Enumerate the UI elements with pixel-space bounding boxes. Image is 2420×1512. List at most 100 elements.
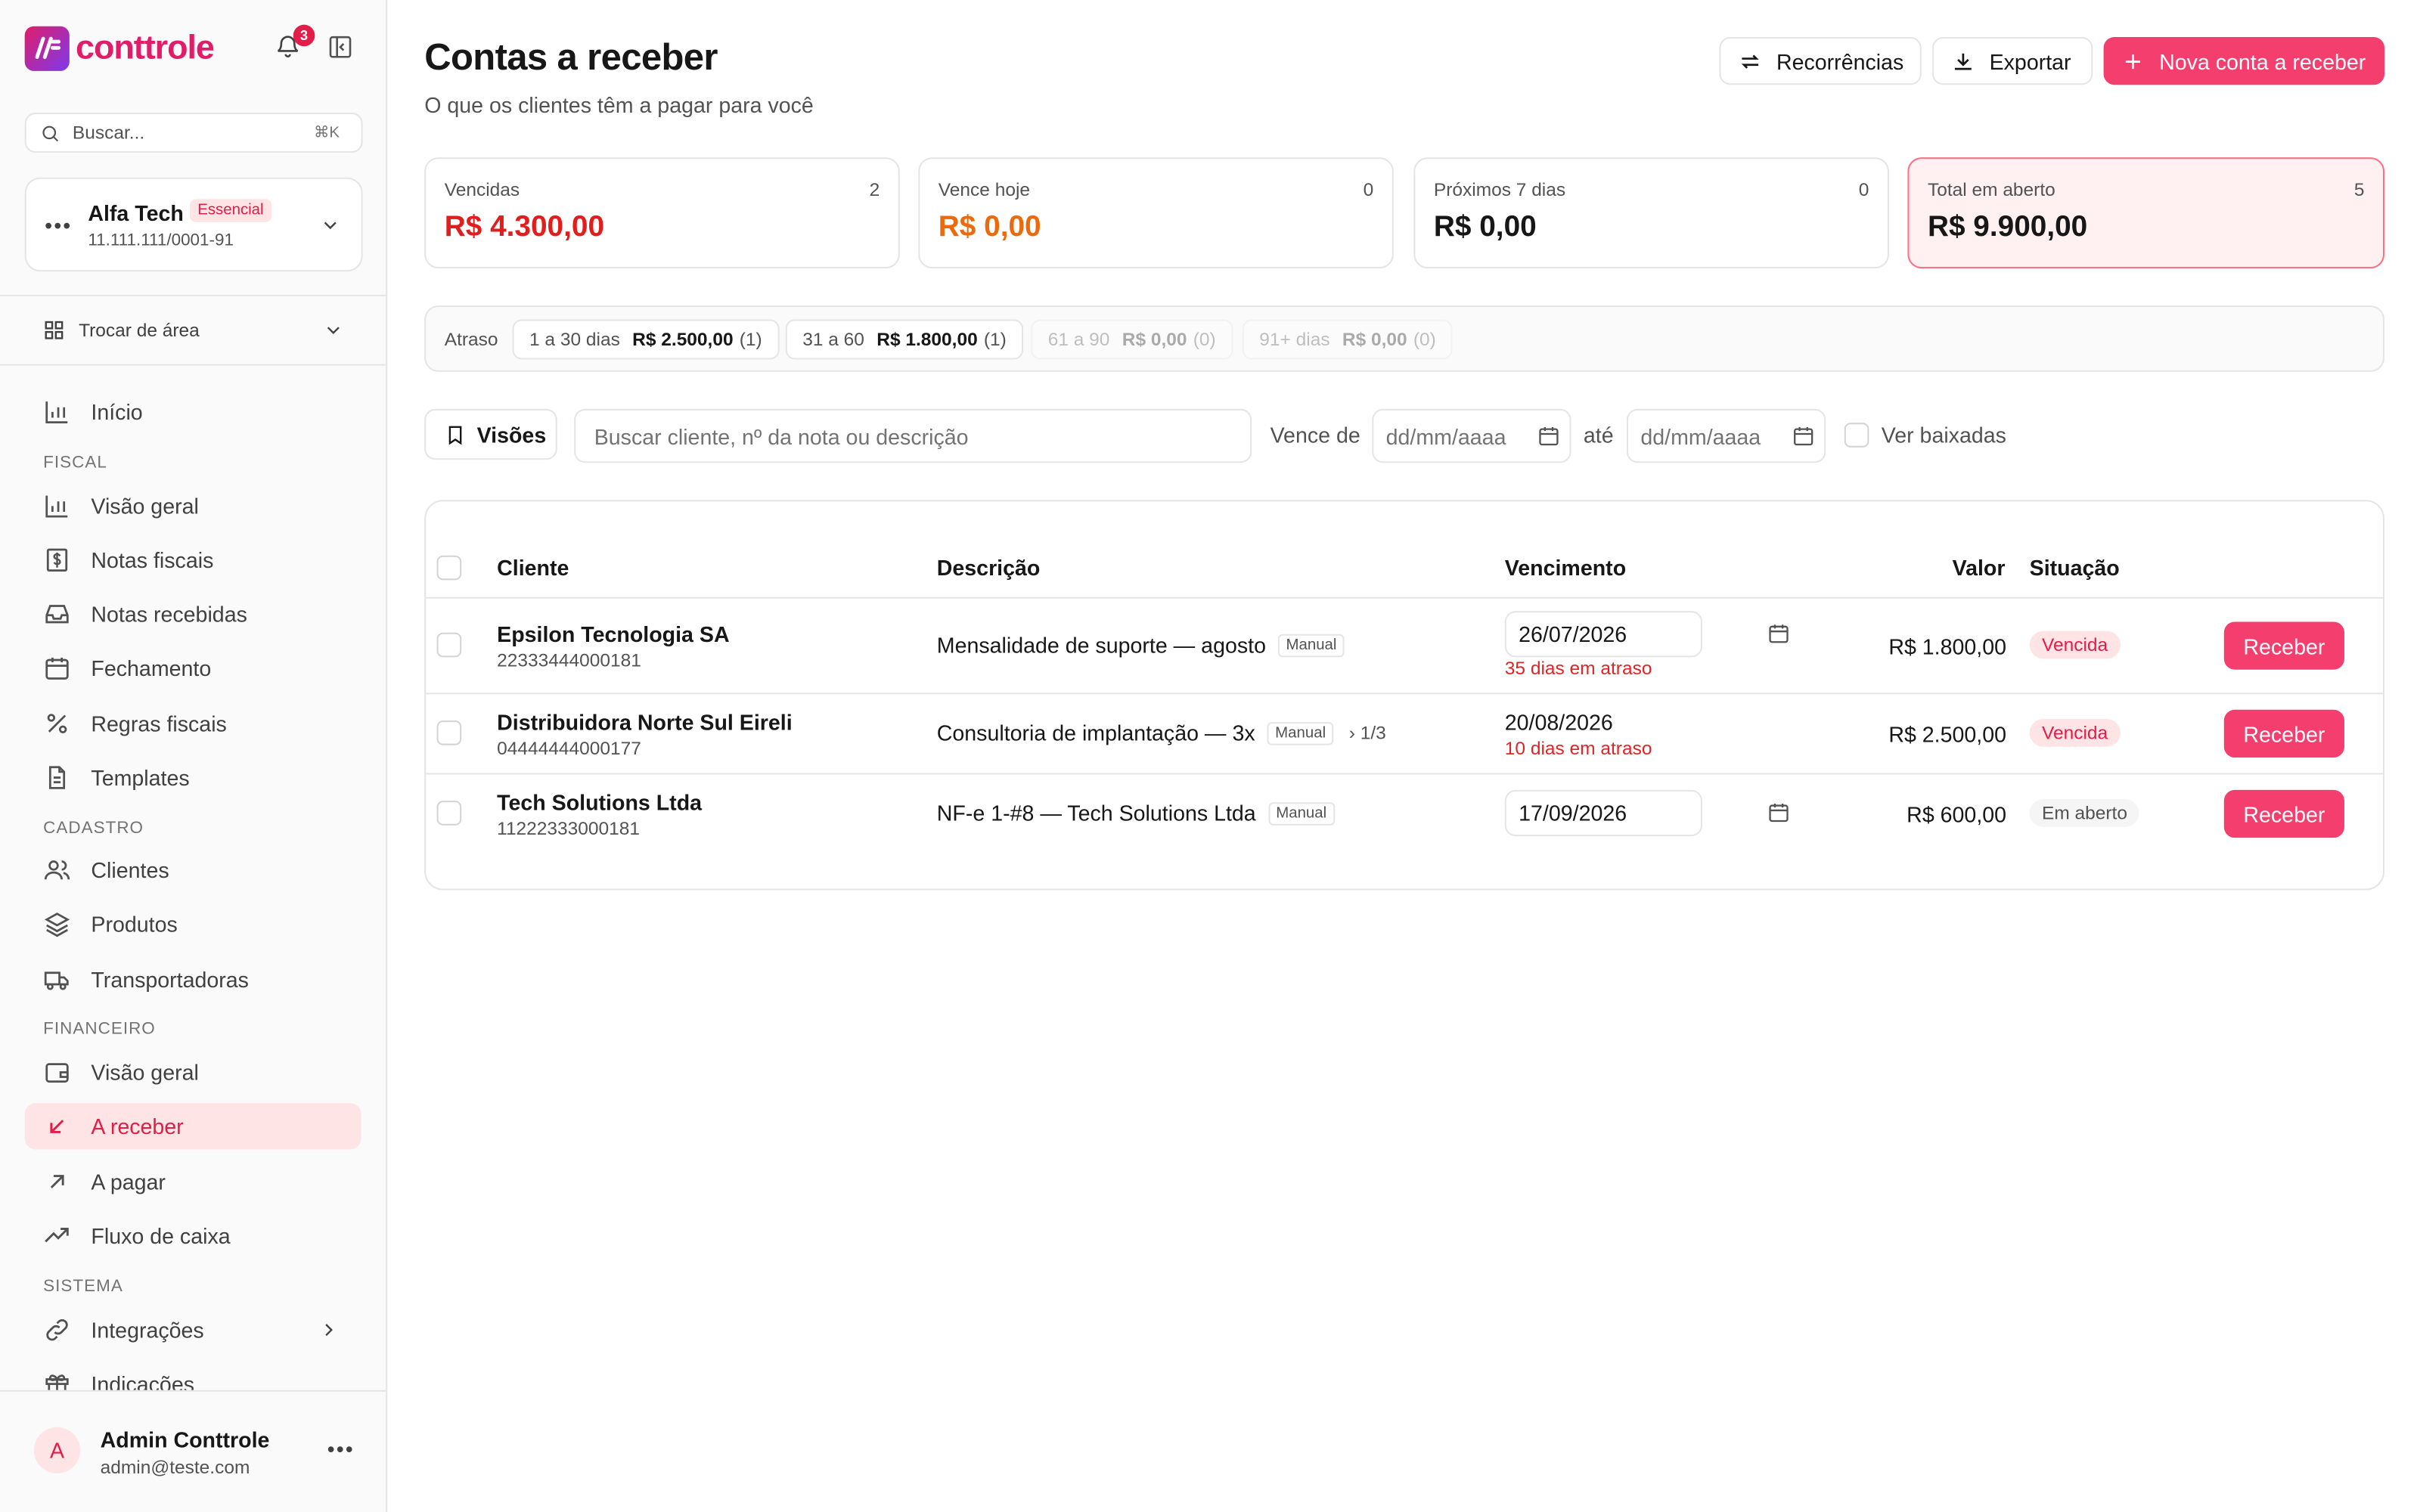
due-date-value: 17/09/2026 [1519, 801, 1627, 826]
aging-chip-91-plus[interactable]: 91+ dias R$ 0,00 (0) [1242, 319, 1454, 360]
sidebar-item-clientes[interactable]: Clientes [25, 847, 361, 893]
area-switcher[interactable]: Trocar de área [43, 316, 344, 344]
grid-icon [45, 321, 64, 339]
chip-count: (0) [1413, 328, 1436, 351]
summary-card-proximos-7-dias[interactable]: Próximos 7 dias 0 R$ 0,00 [1413, 157, 1889, 269]
calendar-icon[interactable] [1767, 801, 1791, 824]
installment-indicator[interactable]: › 1/3 [1349, 722, 1386, 744]
date-from-input[interactable]: dd/mm/aaaa [1372, 408, 1571, 463]
divider [0, 294, 386, 296]
client-name[interactable]: Distribuidora Norte Sul Eireli [497, 710, 793, 735]
aging-chip-31-60[interactable]: 31 a 60 R$ 1.800,00 (1) [785, 319, 1024, 360]
sidebar-item-label: A receber [91, 1114, 184, 1139]
chip-range: 91+ dias [1259, 328, 1330, 351]
calendar-icon[interactable] [1792, 424, 1815, 448]
client-doc: 04444444000177 [497, 737, 641, 760]
arrow-down-left-icon [50, 1120, 64, 1133]
ver-baixadas-checkbox[interactable] [1844, 423, 1869, 448]
summary-card-vencidas[interactable]: Vencidas 2 R$ 4.300,00 [424, 157, 900, 269]
card-count: 5 [2353, 178, 2365, 201]
sidebar-item-label: Indicações [91, 1371, 195, 1390]
card-label: Próximos 7 dias [1433, 178, 1566, 201]
description-cell: Mensalidade de suporte — agosto Manual [937, 633, 1345, 657]
recorrencias-button[interactable]: Recorrências [1719, 36, 1922, 85]
sidebar-item-notas-recebidas[interactable]: Notas recebidas [25, 591, 361, 637]
sidebar-item-label: Notas fiscais [91, 547, 214, 573]
search-input[interactable]: Buscar cliente, nº da nota ou descrição [574, 408, 1252, 463]
client-name[interactable]: Epsilon Tecnologia SA [497, 621, 729, 646]
due-date-value: 20/08/2026 [1504, 709, 1613, 735]
sidebar-search[interactable]: Buscar... ⌘K [24, 112, 363, 153]
row-checkbox[interactable] [436, 801, 462, 826]
sidebar-item-indicacoes[interactable]: Indicações [25, 1361, 361, 1390]
sidebar-item-label: Início [91, 399, 143, 425]
row-checkbox[interactable] [436, 720, 462, 745]
card-label: Total em aberto [1927, 178, 2055, 201]
aging-chip-1-30[interactable]: 1 a 30 dias R$ 2.500,00 (1) [512, 319, 780, 360]
sidebar-item-transportadoras[interactable]: Transportadoras [25, 956, 361, 1002]
sidebar-item-fiscal-visao-geral[interactable]: Visão geral [25, 483, 361, 529]
user-menu-icon[interactable]: ••• [327, 1436, 355, 1461]
button-label: Visões [476, 422, 547, 447]
sidebar-item-fin-visao-geral[interactable]: Visão geral [25, 1049, 361, 1095]
sidebar-item-label: Fluxo de caixa [91, 1223, 231, 1249]
percent-icon [47, 714, 67, 733]
date-to-input[interactable]: dd/mm/aaaa [1627, 408, 1826, 463]
notification-badge: 3 [293, 24, 315, 47]
chevron-down-icon [327, 327, 340, 334]
sidebar-item-label: Templates [91, 765, 190, 790]
sidebar-item-produtos[interactable]: Produtos [25, 901, 361, 947]
receber-button[interactable]: Receber [2223, 709, 2344, 758]
due-date-input[interactable]: 26/07/2026 [1504, 611, 1703, 658]
sidebar-item-fechamento[interactable]: Fechamento [25, 645, 361, 691]
sidebar-item-label: Integrações [91, 1317, 204, 1343]
receber-button[interactable]: Receber [2223, 621, 2344, 670]
sidebar-item-templates[interactable]: Templates [25, 754, 361, 801]
days-late: 10 dias em atraso [1504, 737, 1652, 760]
avatar[interactable]: A [33, 1427, 81, 1473]
user-name: Admin Conttrole [100, 1427, 270, 1452]
summary-card-vence-hoje[interactable]: Vence hoje 0 R$ 0,00 [918, 157, 1394, 269]
company-switcher[interactable]: ••• Alfa Tech Essencial 11.111.111/0001-… [24, 177, 363, 272]
client-name[interactable]: Tech Solutions Ltda [497, 790, 702, 815]
search-shortcut: ⌘K [313, 124, 340, 141]
summary-card-total-em-aberto[interactable]: Total em aberto 5 R$ 9.900,00 [1907, 157, 2385, 269]
origin-tag: Manual [1278, 633, 1345, 657]
sidebar-item-a-receber[interactable]: A receber [24, 1103, 361, 1150]
section-fiscal: FISCAL [43, 453, 107, 472]
chevron-down-icon [324, 222, 337, 230]
select-all-checkbox[interactable] [436, 555, 462, 581]
amount-value: R$ 600,00 [1907, 802, 2007, 827]
card-label: Vencidas [444, 178, 520, 201]
column-header-descricao[interactable]: Descrição [937, 556, 1041, 581]
logo-mark-icon [24, 25, 70, 70]
sidebar-item-integracoes[interactable]: Integrações [25, 1307, 361, 1353]
sidebar-item-notas-fiscais[interactable]: Notas fiscais [25, 537, 361, 583]
client-doc: 22333444000181 [497, 649, 641, 671]
calendar-icon[interactable] [1537, 424, 1561, 448]
search-placeholder: Buscar... [72, 122, 145, 144]
due-date-input[interactable]: 17/09/2026 [1504, 789, 1703, 837]
column-header-situacao[interactable]: Situação [2030, 556, 2120, 581]
download-icon [1955, 52, 1972, 70]
calendar-icon[interactable] [1767, 621, 1791, 645]
row-checkbox[interactable] [436, 632, 462, 658]
sidebar-item-inicio[interactable]: Início [25, 389, 361, 435]
card-count: 0 [1363, 178, 1374, 201]
receber-button[interactable]: Receber [2223, 789, 2344, 838]
column-header-cliente[interactable]: Cliente [497, 556, 569, 581]
nova-conta-button[interactable]: Nova conta a receber [2103, 36, 2385, 85]
chip-count: (0) [1193, 328, 1216, 351]
button-label: Exportar [1989, 48, 2071, 73]
sidebar-item-fluxo-de-caixa[interactable]: Fluxo de caixa [25, 1213, 361, 1259]
sidebar-item-a-pagar[interactable]: A pagar [25, 1159, 361, 1205]
visoes-button[interactable]: Visões [424, 408, 557, 460]
exportar-button[interactable]: Exportar [1932, 36, 2093, 85]
section-sistema: SISTEMA [43, 1277, 123, 1297]
collapse-sidebar-icon[interactable] [327, 34, 354, 60]
aging-chip-61-90[interactable]: 61 a 90 R$ 0,00 (0) [1031, 319, 1233, 360]
user-email: admin@teste.com [100, 1456, 250, 1479]
sidebar-item-regras-fiscais[interactable]: Regras fiscais [25, 701, 361, 747]
column-header-vencimento[interactable]: Vencimento [1505, 556, 1626, 581]
column-header-valor[interactable]: Valor [1953, 556, 2006, 581]
